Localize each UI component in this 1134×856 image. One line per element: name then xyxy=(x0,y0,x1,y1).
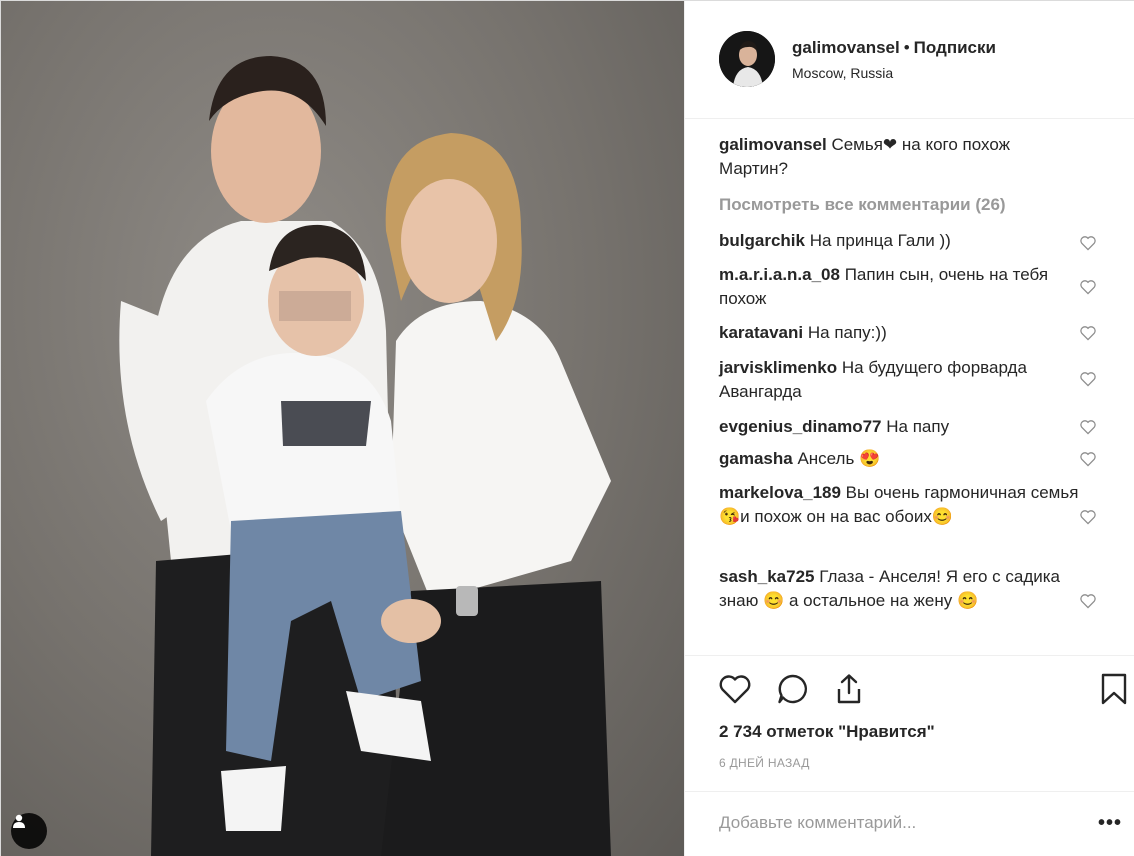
avatar[interactable] xyxy=(719,31,775,87)
comment-username[interactable]: evgenius_dinamo77 xyxy=(719,417,882,436)
header-separator: • xyxy=(903,38,910,57)
heart-icon[interactable] xyxy=(717,671,753,707)
comment-username[interactable]: karatavani xyxy=(719,323,803,342)
comment-like-heart-icon[interactable] xyxy=(1079,509,1097,525)
comment-like-heart-icon[interactable] xyxy=(1079,235,1097,251)
comment-like-heart-icon[interactable] xyxy=(1079,371,1097,387)
comment-text: На папу:)) xyxy=(807,323,887,342)
comment-item: sash_ka725 Глаза - Анселя! Я его с садик… xyxy=(719,565,1079,613)
comments-list[interactable]: galimovansel Семья❤ на кого похож Мартин… xyxy=(685,119,1134,655)
family-photo-illustration xyxy=(119,56,611,856)
comment-username[interactable]: jarvisklimenko xyxy=(719,358,837,377)
comment-item: gamasha Ансель 😍 xyxy=(719,447,1079,471)
caption-username[interactable]: galimovansel xyxy=(719,135,827,154)
comment-username[interactable]: gamasha xyxy=(719,449,793,468)
comment-username[interactable]: markelova_189 xyxy=(719,483,841,502)
post-actions: 2 734 отметок "Нравится" 6 ДНЕЙ НАЗАД xyxy=(685,655,1134,795)
comment-username[interactable]: m.a.r.i.a.n.a_08 xyxy=(719,265,840,284)
instagram-post: galimovansel • Подписки Moscow, Russia gal… xyxy=(0,0,1134,856)
view-all-comments-link[interactable]: Посмотреть все комментарии (26) xyxy=(719,195,1006,215)
share-icon[interactable] xyxy=(831,671,867,707)
post-caption: galimovansel Семья❤ на кого похож Мартин… xyxy=(719,133,1079,181)
post-timestamp[interactable]: 6 ДНЕЙ НАЗАД xyxy=(719,756,810,770)
comment-text: Ансель 😍 xyxy=(797,449,881,468)
comment-item: karatavani На папу:)) xyxy=(719,321,1079,345)
location-link[interactable]: Moscow, Russia xyxy=(792,65,893,81)
comment-text: На папу xyxy=(886,417,950,436)
post-photo[interactable] xyxy=(1,1,684,856)
post-side-panel: galimovansel • Подписки Moscow, Russia gal… xyxy=(684,1,1134,856)
comment-like-heart-icon[interactable] xyxy=(1079,279,1097,295)
comment-input[interactable]: Добавьте комментарий... xyxy=(719,813,916,833)
comment-like-heart-icon[interactable] xyxy=(1079,419,1097,435)
comment-like-heart-icon[interactable] xyxy=(1079,451,1097,467)
more-options-button[interactable]: ••• xyxy=(1098,812,1122,835)
comment-item: jarvisklimenko На будущего форварда Аван… xyxy=(719,356,1079,404)
user-tag-icon[interactable] xyxy=(11,813,47,849)
post-header: galimovansel • Подписки Moscow, Russia xyxy=(685,1,1134,119)
comment-item: bulgarchik На принца Гали )) xyxy=(719,229,1079,253)
bookmark-icon[interactable] xyxy=(1096,671,1132,707)
comment-like-heart-icon[interactable] xyxy=(1079,593,1097,609)
comment-item: markelova_189 Вы очень гармоничная семья… xyxy=(719,481,1079,529)
comment-text: На принца Гали )) xyxy=(809,231,951,250)
following-button[interactable]: Подписки xyxy=(914,38,996,57)
header-username[interactable]: galimovansel xyxy=(792,38,900,57)
header-line: galimovansel • Подписки xyxy=(792,38,996,58)
add-comment-bar: Добавьте комментарий... ••• xyxy=(685,791,1134,856)
comment-username[interactable]: sash_ka725 xyxy=(719,567,814,586)
comment-item: evgenius_dinamo77 На папу xyxy=(719,415,1079,439)
likes-count[interactable]: 2 734 отметок "Нравится" xyxy=(719,722,935,742)
comments-scroll-edge xyxy=(685,643,1134,655)
comment-username[interactable]: bulgarchik xyxy=(719,231,805,250)
comment-icon[interactable] xyxy=(775,671,811,707)
comment-like-heart-icon[interactable] xyxy=(1079,325,1097,341)
comment-item: m.a.r.i.a.n.a_08 Папин сын, очень на теб… xyxy=(719,263,1079,311)
